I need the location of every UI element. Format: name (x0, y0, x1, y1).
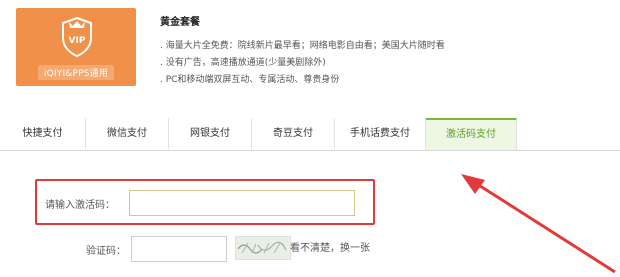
package-feature: . 海量大片全免费：院线新片最早看；网络电影自由看；美国大片随时看 (160, 41, 445, 51)
tab-qidou-pay[interactable]: 奇豆支付 (252, 118, 335, 149)
tab-netbank-pay[interactable]: 网银支付 (169, 118, 252, 149)
vip-shield-icon: VIP (62, 16, 92, 58)
vip-text: VIP (69, 36, 86, 46)
verify-code-label: 验证码： (86, 246, 126, 257)
package-section: VIP iQIYI&PPS通用 黄金套餐 . 海量大片全免费：院线新片最早看；网… (0, 0, 620, 104)
captcha-image[interactable] (235, 236, 291, 260)
tab-phone-bill-pay[interactable]: 手机话费支付 (335, 118, 426, 149)
tab-wechat-pay[interactable]: 微信支付 (86, 118, 169, 149)
verify-code-input[interactable] (131, 236, 227, 262)
activation-code-label: 请输入激活码： (45, 200, 115, 211)
vip-card: VIP iQIYI&PPS通用 (16, 8, 136, 86)
tab-quick-pay[interactable]: 快捷支付 (0, 118, 86, 149)
package-title: 黄金套餐 (160, 17, 200, 28)
captcha-refresh-link[interactable]: 看不清楚，换一张 (290, 239, 370, 254)
payment-tabs: 快捷支付 微信支付 网银支付 奇豆支付 手机话费支付 激活码支付 (0, 118, 620, 151)
tab-activation-code-pay[interactable]: 激活码支付 (426, 118, 517, 150)
vip-subtitle: iQIYI&PPS通用 (37, 65, 115, 80)
package-feature: . 没有广告，高速播放通道(少量美剧除外) (160, 58, 326, 68)
activation-code-input[interactable] (129, 190, 355, 216)
annotation-arrow-icon (461, 174, 616, 274)
package-feature: . PC和移动端双屏互动、专属活动、尊贵身份 (160, 75, 340, 85)
